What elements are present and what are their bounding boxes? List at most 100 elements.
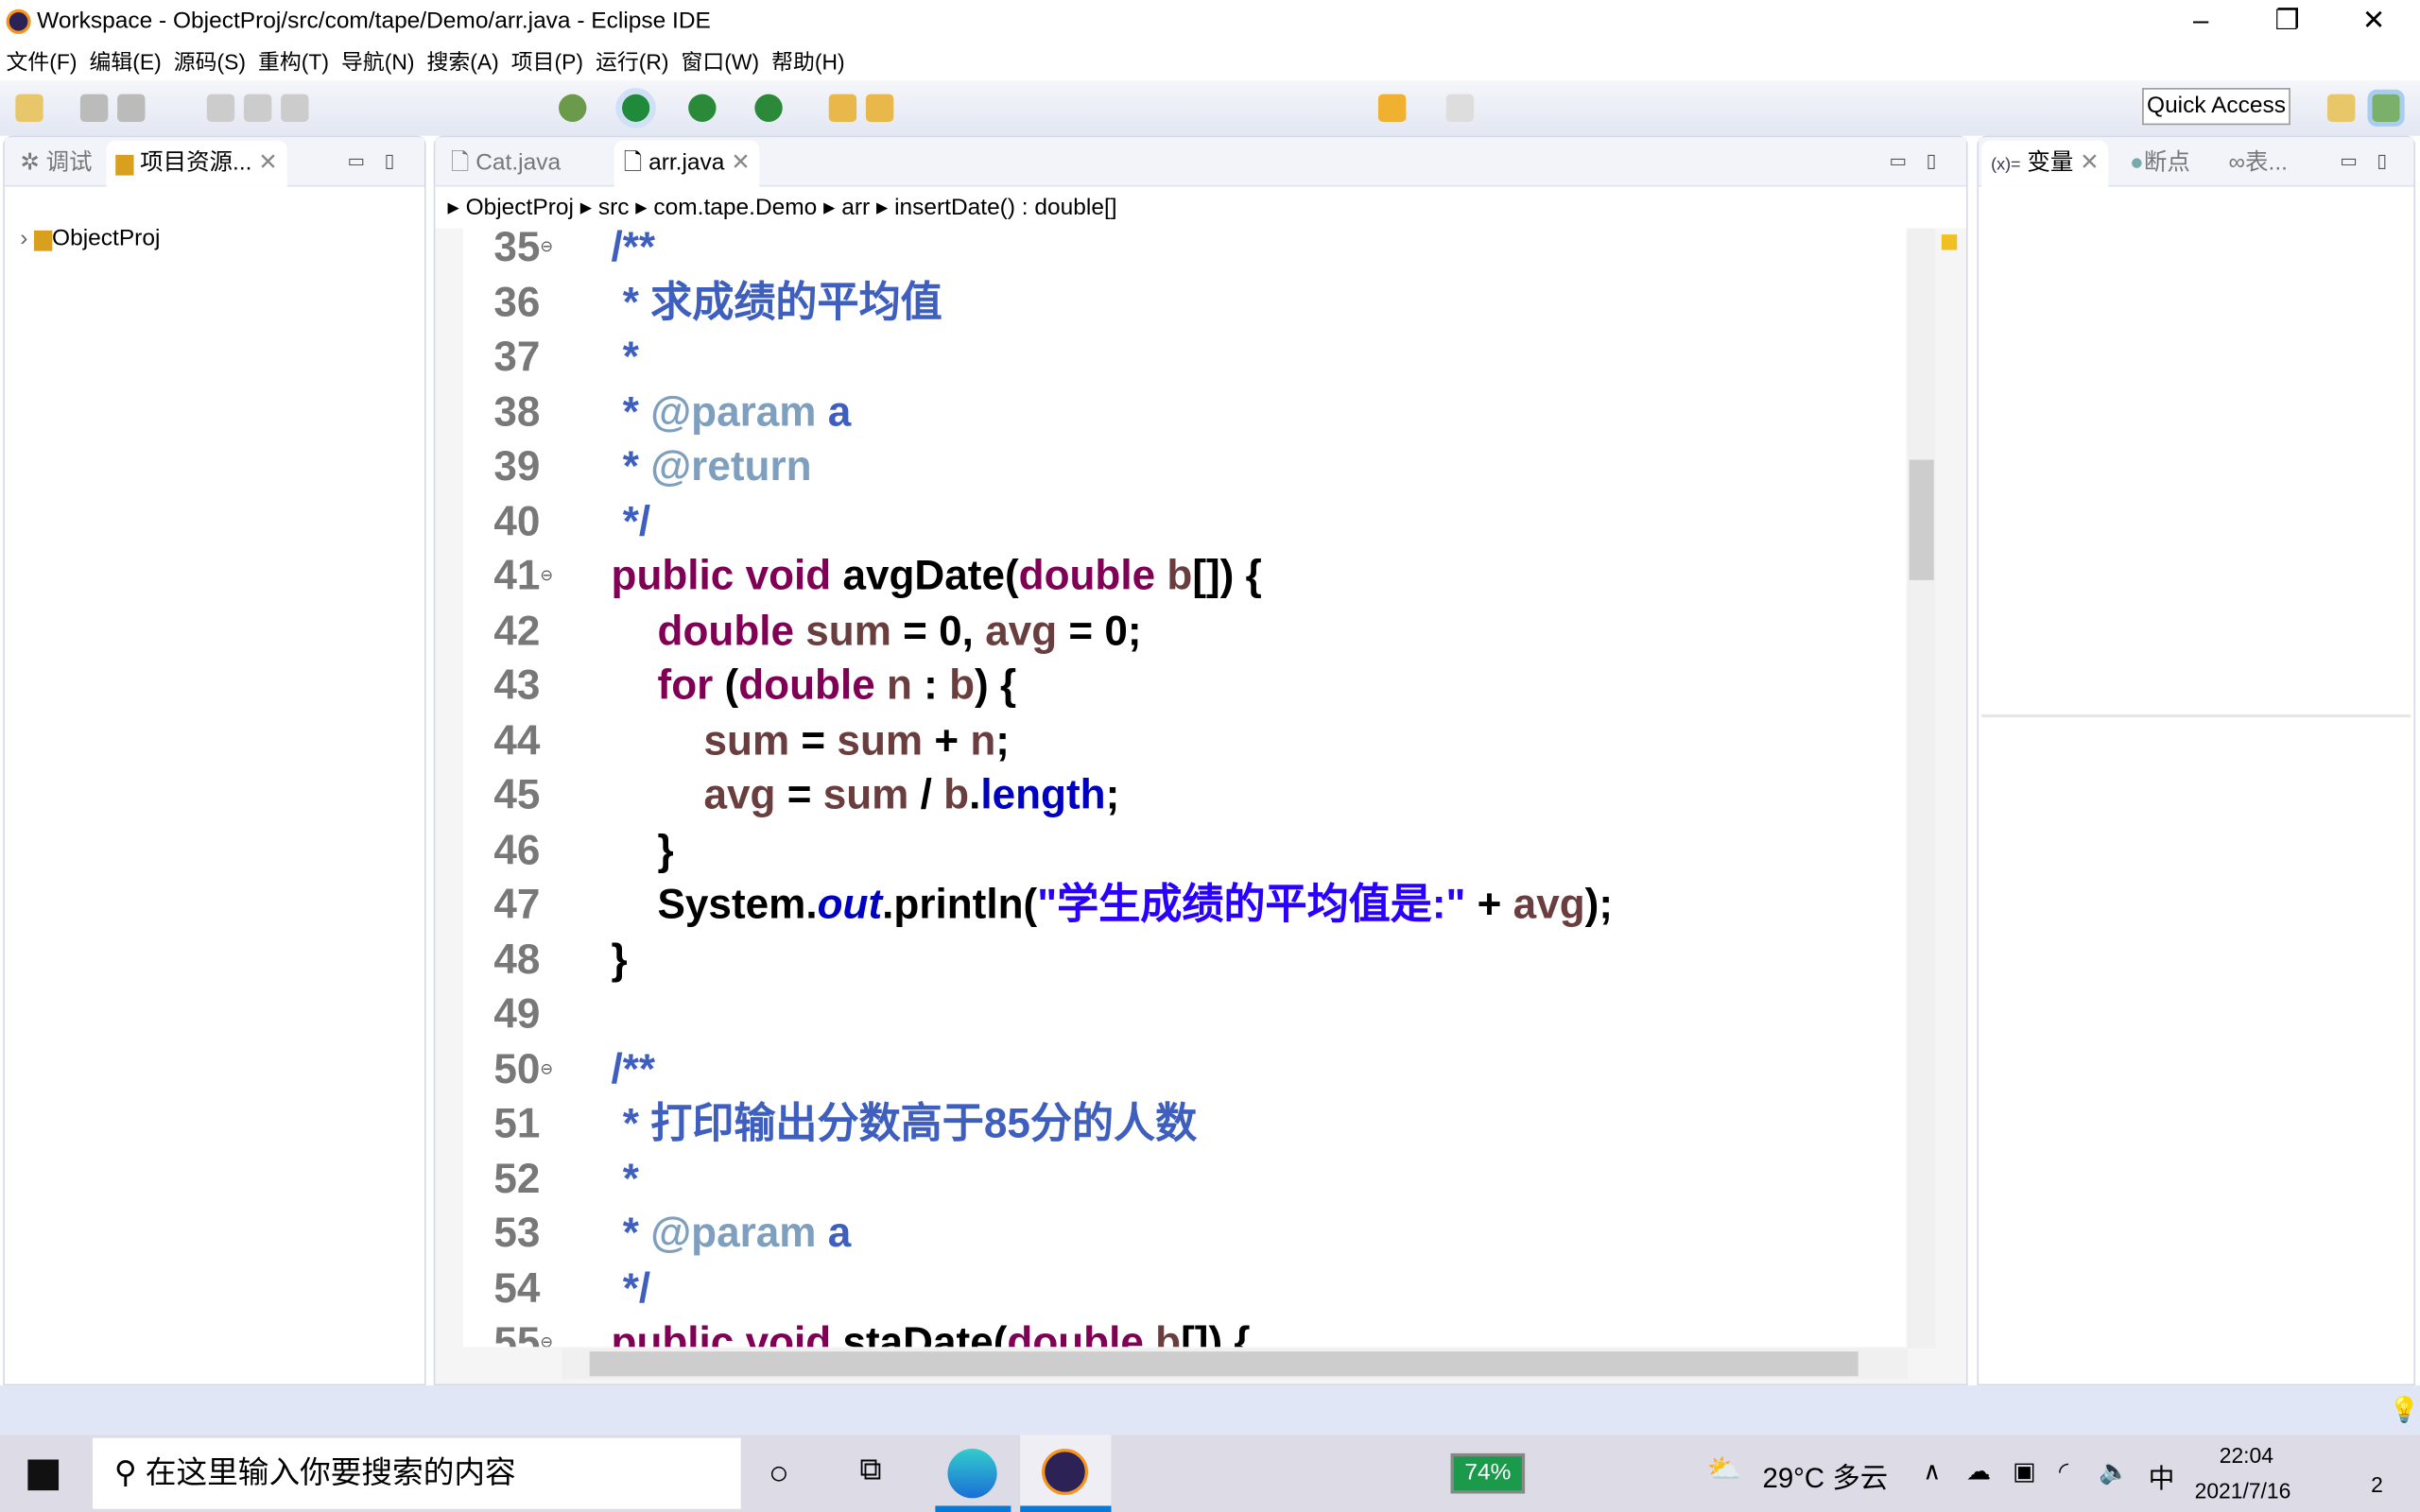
code-text: } [612,823,674,878]
clock-time[interactable]: 22:04 [2220,1443,2273,1468]
code-token: b [1155,552,1193,599]
code-text: } [612,933,628,988]
code-token: = [775,771,823,818]
notification-center-icon[interactable]: 2 [2342,1453,2383,1497]
minimize-button[interactable]: – [2157,0,2243,43]
tray-chevron-icon[interactable]: ∧ [1923,1456,1941,1487]
external-tools-icon[interactable] [754,94,783,122]
debug-perspective-icon[interactable] [2367,89,2405,127]
maximize-icon[interactable]: ▯ [1927,149,1937,171]
breadcrumb-project[interactable]: ObjectProj [466,195,574,221]
menu-help[interactable]: 帮助(H) [766,43,852,80]
line-number: 51 [493,1100,541,1147]
breadcrumb-method[interactable]: insertDate() : double[] [894,195,1117,221]
code-token: /** [611,1045,656,1092]
code-token: n [874,662,912,709]
weather-icon[interactable]: ⛅ [1707,1453,1742,1486]
open-perspective-icon[interactable] [2327,94,2356,122]
breadcrumb: ▸ ObjectProj ▸ src ▸ com.tape.Demo ▸ arr… [435,186,1966,229]
fold-toggle-icon[interactable]: ⊖ [540,1316,553,1347]
battery-indicator[interactable]: 74% [1450,1452,1526,1494]
tab-debug[interactable]: ✲ 调试 [10,141,101,187]
code-token: ( [713,662,739,709]
menu-run[interactable]: 运行(R) [590,43,676,80]
maximize-icon[interactable]: ▯ [2377,149,2387,171]
debug-icon[interactable] [559,94,587,122]
menu-refactor[interactable]: 重构(T) [252,43,336,80]
line-number: 45 [493,771,541,818]
tree-item[interactable]: › ▆ObjectProj [20,224,160,251]
code-token: @return [650,442,812,490]
project-folder-icon: ▆ [34,225,53,252]
vertical-scrollbar[interactable] [1907,228,1936,1349]
horizontal-scrollbar[interactable] [562,1348,1908,1380]
maximize-button[interactable]: ❐ [2244,0,2330,43]
new-icon[interactable] [15,94,43,122]
onedrive-icon[interactable]: ☁ [1966,1456,1991,1487]
edge-icon[interactable] [947,1449,997,1499]
menu-search[interactable]: 搜索(A) [421,43,505,80]
code-text: * 求成绩的平均值 [612,275,942,330]
breadcrumb-package[interactable]: com.tape.Demo [653,195,817,221]
close-button[interactable]: ✕ [2330,0,2416,43]
volume-icon[interactable]: 🔈 [2099,1456,2130,1487]
fold-toggle-icon[interactable]: ⊖ [540,549,553,604]
wifi-icon[interactable]: ◜ [2059,1456,2068,1487]
code-token: out [817,881,883,928]
tab-arr-java[interactable]: 🗋 arr.java ✕ [614,140,760,187]
maximize-icon[interactable]: ▯ [385,149,395,171]
coverage-icon[interactable] [688,94,717,122]
warning-marker[interactable] [1941,234,1958,250]
task-view-icon[interactable]: ⧉ [859,1453,881,1489]
tab-variables[interactable]: (x)= 变量 ✕ [1981,140,2109,187]
code-token: for [657,662,714,709]
menu-file[interactable]: 文件(F) [0,43,83,80]
line-number: 46 [493,826,541,873]
menu-navigate[interactable]: 导航(N) [335,43,421,80]
tab-project-explorer[interactable]: ▆ 项目资源... ✕ [106,140,287,187]
suspend-icon[interactable] [243,94,272,122]
scrollbar-thumb[interactable] [1909,459,1934,580]
tab-cat-java[interactable]: 🗋 Cat.java [441,141,570,187]
minimize-icon[interactable]: ▭ [2340,149,2358,171]
forward-icon[interactable] [1445,94,1475,122]
menu-edit[interactable]: 编辑(E) [83,43,167,80]
back-icon[interactable] [1377,94,1407,122]
save-all-icon[interactable] [117,94,146,122]
tab-breakpoints[interactable]: ●断点 [2120,141,2199,187]
resume-icon[interactable] [206,94,235,122]
taskbar-search-input[interactable]: ⚲ 在这里输入你要搜索的内容 [92,1437,741,1509]
terminate-icon[interactable] [281,94,309,122]
scrollbar-thumb[interactable] [589,1351,1858,1377]
breadcrumb-src[interactable]: src [598,195,630,221]
cortana-icon[interactable]: ○ [769,1453,789,1493]
tab-expressions[interactable]: ∞表... [2220,141,2297,187]
fold-toggle-icon[interactable]: ⊖ [540,1042,553,1097]
ime-indicator[interactable]: 中 [2149,1456,2175,1495]
power-icon[interactable]: ▣ [2013,1456,2036,1487]
menu-project[interactable]: 项目(P) [505,43,589,80]
eclipse-taskbar-button[interactable] [1020,1435,1112,1512]
lightbulb-icon[interactable]: 💡 [2389,1395,2420,1426]
line-number: 35 [493,226,541,270]
code-editor[interactable]: 35 ⊖/** 36 * 求成绩的平均值 37 * 38 * @param a 39 * … [462,226,1907,1348]
open-task-icon[interactable] [865,94,894,122]
minimize-icon[interactable]: ▭ [347,149,365,171]
code-token: avgDate( [831,552,1019,599]
code-token: public void [611,1318,832,1348]
breadcrumb-class[interactable]: arr [841,195,870,221]
windows-start-icon[interactable] [27,1459,60,1491]
code-text: * [612,1152,639,1207]
weather-text[interactable]: 29°C 多云 [1762,1456,1888,1496]
code-token: @param [650,387,817,435]
run-icon[interactable] [615,88,656,129]
menu-window[interactable]: 窗口(W) [675,43,766,80]
clock-date[interactable]: 2021/7/16 [2195,1478,2291,1503]
quick-access-input[interactable]: Quick Access [2142,88,2290,126]
open-type-icon[interactable] [828,94,857,122]
fold-toggle-icon[interactable]: ⊖ [540,227,553,275]
menu-source[interactable]: 源码(S) [167,43,251,80]
save-icon[interactable] [79,94,109,122]
minimize-icon[interactable]: ▭ [1889,149,1907,171]
